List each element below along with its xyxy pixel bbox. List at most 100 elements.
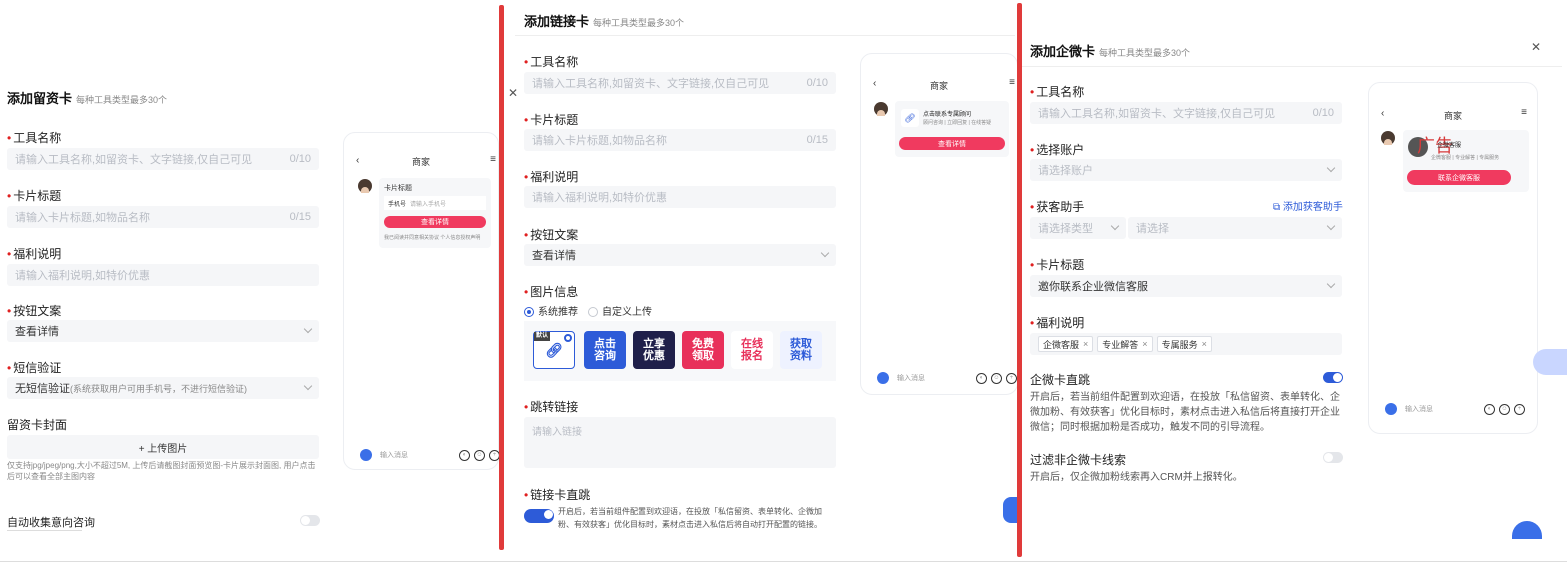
jump-link-label: • 跳转链接 bbox=[524, 400, 579, 414]
voice-icon: ◐ bbox=[976, 372, 987, 384]
emoji-icon: ☺ bbox=[1499, 403, 1510, 415]
phone-field: 手机号 请输入手机号 bbox=[384, 196, 486, 210]
phone-preview: 商家 ‹ ≡ 广告 企微客服 企微客服 | 专业解答 | 专属服务 联系企微客服… bbox=[1368, 82, 1538, 434]
account-select[interactable]: 请选择账户 bbox=[1030, 159, 1342, 181]
chevron-down-icon bbox=[1326, 279, 1336, 289]
benefit-input[interactable]: 请输入福利说明,如特价优惠 bbox=[524, 186, 836, 208]
tag: 专业解答 × bbox=[1097, 336, 1153, 352]
tool-name-input[interactable]: 请输入工具名称,如留资卡、文字链接,仅自己可见 0/10 bbox=[1030, 102, 1342, 124]
emoji-icon: ☺ bbox=[991, 372, 1002, 384]
helper-label: • 获客助手 bbox=[1030, 200, 1085, 214]
thumb-signup[interactable]: 在线报名 bbox=[731, 331, 773, 369]
helper-select[interactable]: 请选择 bbox=[1128, 217, 1342, 239]
phone-preview: 商家 ‹ ≡ 卡片标题 手机号 请输入手机号 查看详情 我已阅读并同意相关协议 个… bbox=[343, 132, 500, 470]
direct-jump-label: 企微卡直跳 bbox=[1030, 373, 1091, 387]
view-details-button: 查看详情 bbox=[899, 137, 1005, 150]
thumb-consult[interactable]: 点击咨询 bbox=[584, 331, 626, 369]
close-icon[interactable]: × bbox=[1142, 339, 1147, 349]
view-details-button: 查看详情 bbox=[384, 216, 486, 228]
filter-toggle[interactable] bbox=[1323, 452, 1343, 463]
chevron-down-icon bbox=[303, 381, 313, 391]
back-icon: ‹ bbox=[356, 155, 360, 166]
panel-lead-card: 添加留资卡 每种工具类型最多30个 • 工具名称 请输入工具名称,如留资卡、文字链接… bbox=[0, 80, 500, 560]
tool-name-label: • 工具名称 bbox=[1030, 85, 1085, 99]
benefit-input[interactable]: 请输入福利说明,如特价优惠 bbox=[7, 264, 319, 286]
selected-icon bbox=[564, 334, 572, 342]
plus-icon: + bbox=[1006, 372, 1017, 384]
tag: 专属服务 × bbox=[1156, 336, 1212, 352]
tool-name-label: • 工具名称 bbox=[524, 55, 579, 69]
upload-image-button[interactable]: + 上传图片 bbox=[7, 435, 319, 459]
thumb-link-default[interactable]: 默认 🔗︎ bbox=[533, 331, 575, 369]
benefit-label: • 福利说明 bbox=[1030, 316, 1085, 330]
direct-jump-toggle[interactable] bbox=[1323, 372, 1343, 383]
avatar bbox=[1381, 131, 1395, 145]
tag: 企微客服 × bbox=[1038, 336, 1094, 352]
menu-icon: ≡ bbox=[490, 154, 496, 165]
radio-system[interactable]: 系统推荐 bbox=[524, 303, 578, 318]
card-title-input[interactable]: 请输入卡片标题,如物品名称 0/15 bbox=[7, 206, 319, 228]
close-icon[interactable]: ✕ bbox=[1531, 40, 1541, 54]
phone-preview: 商家 ‹ ≡ 🔗︎ 点击联系专属顾问 顾问咨询 | 立即回复 | 在线答疑 查看… bbox=[860, 53, 1018, 395]
benefit-label: • 福利说明 bbox=[7, 247, 62, 261]
helper-type-select[interactable]: 请选择类型 bbox=[1030, 217, 1126, 239]
card-line1: 企微客服 bbox=[1437, 143, 1462, 149]
voice-icon: ◐ bbox=[459, 449, 470, 461]
panel-title: 添加留资卡 每种工具类型最多30个 bbox=[7, 91, 168, 106]
radio-custom[interactable]: 自定义上传 bbox=[588, 303, 652, 318]
card-title-input[interactable]: 请输入卡片标题,如物品名称 0/15 bbox=[524, 129, 836, 151]
close-icon[interactable]: × bbox=[1083, 339, 1088, 349]
assistant-float-icon[interactable] bbox=[1512, 521, 1542, 539]
card-title: 卡片标题 bbox=[384, 185, 412, 192]
card-title-label: • 卡片标题 bbox=[1030, 258, 1085, 272]
link-icon: 🔗︎ bbox=[545, 342, 563, 358]
upload-hint: 仅支持jpg/jpeg/png,大小不超过5M, 上传后请截图封面预览图-卡片展… bbox=[7, 461, 316, 481]
panel-wecom-card: 添加企微卡 每种工具类型最多30个 ✕ • 工具名称 请输入工具名称,如留资卡、文字… bbox=[1022, 0, 1567, 560]
avatar bbox=[874, 102, 888, 116]
phone-input-bar: 输入消息 ◐ ☺ + bbox=[1385, 403, 1525, 415]
direct-jump-toggle[interactable] bbox=[524, 509, 554, 523]
auto-collect-label: 自动收集意向咨询 bbox=[7, 517, 95, 529]
lead-card-preview: 卡片标题 手机号 请输入手机号 查看详情 我已阅读并同意相关协议 个人信息授权声明 bbox=[379, 178, 491, 248]
phone-header: 商家 bbox=[929, 81, 948, 91]
close-icon[interactable]: × bbox=[1202, 339, 1207, 349]
auto-collect-toggle[interactable] bbox=[300, 515, 320, 526]
tool-name-input[interactable]: 请输入工具名称,如留资卡、文字链接,仅自己可见 0/10 bbox=[7, 148, 319, 170]
card-title-label: • 卡片标题 bbox=[524, 113, 579, 127]
close-icon[interactable]: ✕ bbox=[508, 86, 518, 100]
cover-label: 留资卡封面 bbox=[7, 418, 68, 432]
button-text-select[interactable]: 查看详情 bbox=[7, 320, 319, 342]
jump-link-textarea[interactable]: 请输入链接 bbox=[524, 417, 836, 468]
phone-input-bar: 输入消息 ◐ ☺ + bbox=[877, 372, 1017, 384]
bottom-divider bbox=[0, 561, 1567, 562]
assistant-float-icon[interactable] bbox=[1533, 349, 1567, 375]
phone-input-bar: 输入消息 ◐ ☺ + bbox=[360, 449, 500, 461]
card-line2: 顾问咨询 | 立即回复 | 在线答疑 bbox=[923, 120, 992, 126]
button-text-select[interactable]: 查看详情 bbox=[524, 244, 836, 266]
thumb-discount[interactable]: 立享优惠 bbox=[633, 331, 675, 369]
phone-header: 商家 bbox=[411, 157, 430, 167]
avatar bbox=[358, 179, 372, 193]
chevron-down-icon bbox=[303, 324, 313, 334]
card-line2: 企微客服 | 专业解答 | 专属服务 bbox=[1431, 155, 1500, 161]
card-title-select[interactable]: 邀你联系企业微信客服 bbox=[1030, 275, 1342, 297]
panel-link-card: ✕ 添加链接卡 每种工具类型最多30个 • 工具名称 请输入工具名称,如留资卡、文字… bbox=[505, 0, 1019, 560]
filter-desc: 开启后，仅企微加粉线索再入CRM并上报转化。 bbox=[1030, 472, 1243, 483]
thumb-free[interactable]: 免费领取 bbox=[682, 331, 724, 369]
link-card-preview: 🔗︎ 点击联系专属顾问 顾问咨询 | 立即回复 | 在线答疑 查看详情 bbox=[895, 101, 1009, 157]
sms-select[interactable]: 无短信验证 (系统获取用户可用手机号，不进行短信验证) bbox=[7, 377, 319, 399]
account-label: • 选择账户 bbox=[1030, 143, 1085, 157]
image-info-label: • 图片信息 bbox=[524, 285, 579, 299]
thumb-material[interactable]: 获取资料 bbox=[780, 331, 822, 369]
camera-icon bbox=[360, 449, 372, 461]
contact-wecom-button: 联系企微客服 bbox=[1407, 170, 1511, 185]
wecom-card-preview: 广告 企微客服 企微客服 | 专业解答 | 专属服务 联系企微客服 bbox=[1403, 130, 1529, 192]
button-text-label: • 按钮文案 bbox=[524, 228, 579, 242]
filter-label: 过滤非企微卡线索 bbox=[1030, 453, 1127, 467]
menu-icon: ≡ bbox=[1521, 107, 1527, 118]
add-helper-link[interactable]: ⧉ 添加获客助手 bbox=[1273, 198, 1343, 213]
tool-name-input[interactable]: 请输入工具名称,如留资卡、文字链接,仅自己可见 0/10 bbox=[524, 72, 836, 94]
benefit-tags-input[interactable]: 企微客服 × 专业解答 × 专属服务 × bbox=[1030, 333, 1342, 355]
benefit-label: • 福利说明 bbox=[524, 170, 579, 184]
menu-icon: ≡ bbox=[1009, 77, 1015, 88]
